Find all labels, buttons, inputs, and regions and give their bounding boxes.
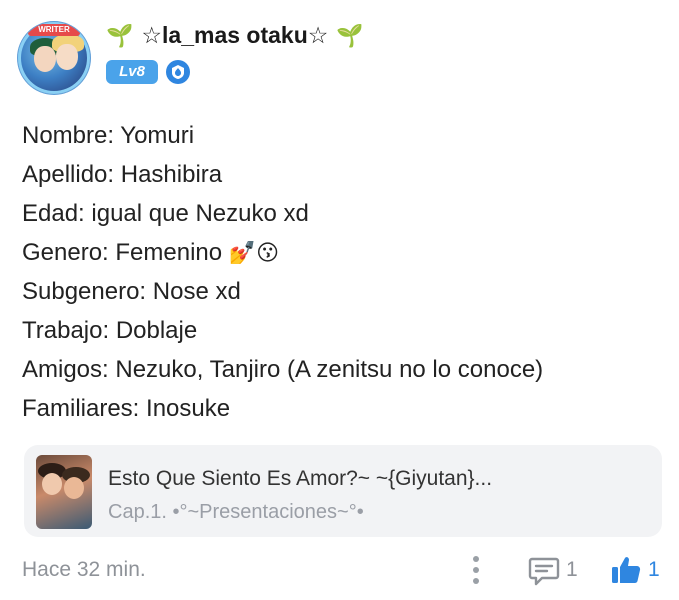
level-badge[interactable]: Lv8 <box>106 60 158 84</box>
post-footer: Hace 32 min. 1 1 <box>22 552 662 590</box>
linked-story-card[interactable]: Esto Que Siento Es Amor?~ ~{Giyutan}... … <box>24 445 662 537</box>
post-line-genero: Genero: Femenino 💅😗 <box>22 233 662 272</box>
thumb-face-right <box>64 477 84 499</box>
author-avatar[interactable]: WRITER <box>18 22 90 94</box>
leader-shield-icon[interactable] <box>166 60 190 84</box>
comment-count: 1 <box>566 558 578 581</box>
more-dot-3 <box>473 577 479 584</box>
post-line-nombre: Nombre: Yomuri <box>22 122 195 149</box>
post-timestamp: Hace 32 min. <box>22 558 146 581</box>
sprout-emoji-right: 🌱 <box>336 22 364 48</box>
more-dot-2 <box>473 566 479 573</box>
story-title: Esto Que Siento Es Amor?~ ~{Giyutan}... <box>108 467 493 490</box>
post-line-subgenero: Subgenero: Nose xd <box>22 278 241 305</box>
genero-emojis: 💅😗 <box>228 240 280 265</box>
author-username-row[interactable]: 🌱 ☆la_mas otaku☆ 🌱 <box>106 22 364 49</box>
post-body: Nombre: Yomuri Apellido: Hashibira Edad:… <box>22 116 662 428</box>
story-thumbnail <box>36 455 92 529</box>
sprout-emoji-left: 🌱 <box>106 22 134 48</box>
post-header: WRITER 🌱 ☆la_mas otaku☆ 🌱 Lv8 <box>14 12 664 102</box>
thumb-face-left <box>42 473 62 495</box>
author-username[interactable]: ☆la_mas otaku☆ <box>141 22 328 49</box>
post-line-edad: Edad: igual que Nezuko xd <box>22 200 309 227</box>
avatar-art-face-left <box>34 46 56 72</box>
avatar-art-face-right <box>56 44 78 70</box>
avatar-badge: WRITER <box>28 24 80 36</box>
like-count: 1 <box>648 558 660 581</box>
post-line-apellido: Apellido: Hashibira <box>22 161 223 188</box>
more-options-icon[interactable] <box>470 554 482 586</box>
like-thumbs-up-icon[interactable] <box>610 554 642 586</box>
post-line-genero-text: Genero: Femenino <box>22 239 223 266</box>
post-line-familiares: Familiares: Inosuke <box>22 395 231 422</box>
post-line-amigos: Amigos: Nezuko, Tanjiro (A zenitsu no lo… <box>22 356 544 383</box>
more-dot-1 <box>473 556 479 563</box>
story-chapter: Cap.1. •°~Presentaciones~°• <box>108 501 364 523</box>
leader-shield-icon-glyph <box>172 65 184 79</box>
post-line-trabajo: Trabajo: Doblaje <box>22 317 198 344</box>
comment-icon[interactable] <box>528 556 560 586</box>
